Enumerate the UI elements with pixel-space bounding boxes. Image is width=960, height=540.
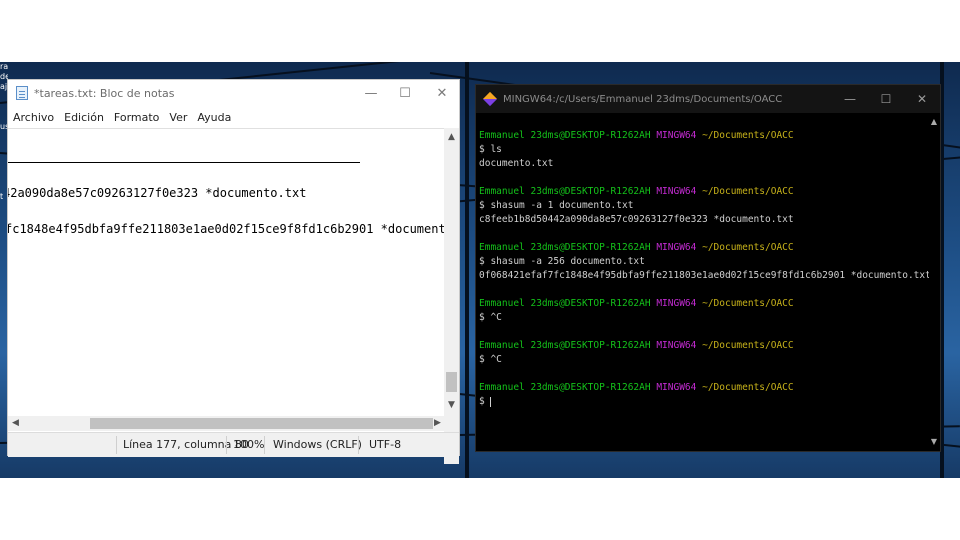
notepad-text-area[interactable]: 42a090da8e57c09263127f0e323 *documento.t…: [8, 128, 445, 465]
scroll-down-icon[interactable]: ▼: [928, 437, 940, 446]
scroll-down-icon[interactable]: ▼: [444, 400, 459, 410]
text-line: 42a090da8e57c09263127f0e323 *documento.t…: [8, 186, 307, 200]
prompt-user: Emmanuel 23dms@DESKTOP-R1262AH: [479, 186, 651, 197]
maximize-button[interactable]: ☐: [386, 80, 424, 106]
notepad-window[interactable]: *tareas.txt: Bloc de notas — ☐ ✕ Archivo…: [7, 79, 460, 464]
prompt-env: MINGW64: [656, 340, 697, 351]
prompt-env: MINGW64: [656, 382, 697, 393]
command-text: $: [479, 396, 491, 407]
terminal-prompt-line: Emmanuel 23dms@DESKTOP-R1262AH MINGW64 ~…: [479, 297, 929, 311]
terminal-prompt-line: Emmanuel 23dms@DESKTOP-R1262AH MINGW64 ~…: [479, 185, 929, 199]
prompt-user: Emmanuel 23dms@DESKTOP-R1262AH: [479, 298, 651, 309]
prompt-path: ~/Documents/OACC: [702, 382, 794, 393]
prompt-env: MINGW64: [656, 242, 697, 253]
prompt-path: ~/Documents/OACC: [702, 242, 794, 253]
terminal-output[interactable]: Emmanuel 23dms@DESKTOP-R1262AH MINGW64 ~…: [479, 129, 929, 449]
command-text: $ shasum -a 1 documento.txt: [479, 200, 634, 211]
menu-archivo[interactable]: Archivo: [8, 111, 59, 124]
prompt-env: MINGW64: [656, 130, 697, 141]
terminal-prompt-line: Emmanuel 23dms@DESKTOP-R1262AH MINGW64 ~…: [479, 381, 929, 395]
prompt-path: ~/Documents/OACC: [702, 340, 794, 351]
command-text: $ ls: [479, 144, 502, 155]
notepad-app-icon: [16, 86, 28, 100]
git-bash-icon: [482, 91, 498, 107]
terminal-prompt-line: Emmanuel 23dms@DESKTOP-R1262AH MINGW64 ~…: [479, 129, 929, 143]
vertical-scroll-thumb[interactable]: [446, 372, 457, 392]
menu-formato[interactable]: Formato: [109, 111, 165, 124]
terminal-output-line: c8feeb1b8d50442a090da8e57c09263127f0e323…: [479, 214, 794, 225]
scroll-left-icon[interactable]: ◀: [8, 418, 23, 428]
scroll-right-icon[interactable]: ▶: [430, 418, 445, 428]
prompt-user: Emmanuel 23dms@DESKTOP-R1262AH: [479, 382, 651, 393]
terminal-output-line: documento.txt: [479, 158, 554, 169]
command-text: $ shasum -a 256 documento.txt: [479, 256, 645, 267]
prompt-path: ~/Documents/OACC: [702, 298, 794, 309]
minimize-button[interactable]: —: [832, 85, 868, 113]
status-zoom: 100%: [233, 438, 265, 451]
text-line: fc1848e4f95dbfa9ffe211803e1ae0d02f15ce9f…: [8, 222, 445, 236]
scroll-up-icon[interactable]: ▲: [444, 132, 459, 142]
menu-edicion[interactable]: Edición: [59, 111, 109, 124]
terminal-command: $: [479, 395, 929, 409]
terminal-command: $ ls: [479, 143, 929, 157]
horizontal-scroll-thumb[interactable]: [90, 418, 433, 429]
terminal-output-line: 0f068421efaf7fc1848e4f95dbfa9ffe211803e1…: [479, 270, 929, 281]
status-line-ending: Windows (CRLF): [273, 438, 362, 451]
prompt-env: MINGW64: [656, 186, 697, 197]
minimize-button[interactable]: —: [352, 80, 390, 106]
vertical-scrollbar[interactable]: ▲ ▼: [444, 128, 459, 464]
terminal-titlebar[interactable]: MINGW64:/c/Users/Emmanuel 23dms/Document…: [476, 85, 940, 113]
prompt-path: ~/Documents/OACC: [702, 130, 794, 141]
prompt-env: MINGW64: [656, 298, 697, 309]
menu-ver[interactable]: Ver: [164, 111, 192, 124]
terminal-command: $ ^C: [479, 311, 929, 325]
close-button[interactable]: ✕: [423, 80, 461, 106]
terminal-window[interactable]: MINGW64:/c/Users/Emmanuel 23dms/Document…: [475, 84, 941, 452]
terminal-command: $ shasum -a 256 documento.txt: [479, 255, 929, 269]
maximize-button[interactable]: ☐: [868, 85, 904, 113]
prompt-path: ~/Documents/OACC: [702, 186, 794, 197]
terminal-prompt-line: Emmanuel 23dms@DESKTOP-R1262AH MINGW64 ~…: [479, 339, 929, 353]
notepad-title: *tareas.txt: Bloc de notas: [34, 86, 175, 100]
scroll-up-icon[interactable]: ▲: [928, 117, 940, 126]
prompt-user: Emmanuel 23dms@DESKTOP-R1262AH: [479, 242, 651, 253]
notepad-titlebar[interactable]: *tareas.txt: Bloc de notas — ☐ ✕: [8, 80, 459, 106]
terminal-title: MINGW64:/c/Users/Emmanuel 23dms/Document…: [503, 93, 783, 105]
horizontal-scrollbar[interactable]: ◀ ▶: [8, 416, 445, 431]
status-bar: Línea 177, columna 80 100% Windows (CRLF…: [8, 432, 459, 457]
status-position: Línea 177, columna 80: [123, 438, 249, 451]
menu-ayuda[interactable]: Ayuda: [192, 111, 236, 124]
status-encoding: UTF-8: [369, 438, 402, 451]
text-divider-line: [8, 162, 360, 163]
terminal-command: $ ^C: [479, 353, 929, 367]
prompt-user: Emmanuel 23dms@DESKTOP-R1262AH: [479, 340, 651, 351]
close-button[interactable]: ✕: [904, 85, 940, 113]
terminal-prompt-line: Emmanuel 23dms@DESKTOP-R1262AH MINGW64 ~…: [479, 241, 929, 255]
command-text: $ ^C: [479, 312, 502, 323]
command-text: $ ^C: [479, 354, 502, 365]
terminal-scrollbar[interactable]: ▲ ▼: [928, 113, 940, 451]
prompt-user: Emmanuel 23dms@DESKTOP-R1262AH: [479, 130, 651, 141]
text-cursor: [490, 396, 492, 407]
notepad-menubar: Archivo Edición Formato Ver Ayuda: [8, 107, 236, 127]
terminal-command: $ shasum -a 1 documento.txt: [479, 199, 929, 213]
